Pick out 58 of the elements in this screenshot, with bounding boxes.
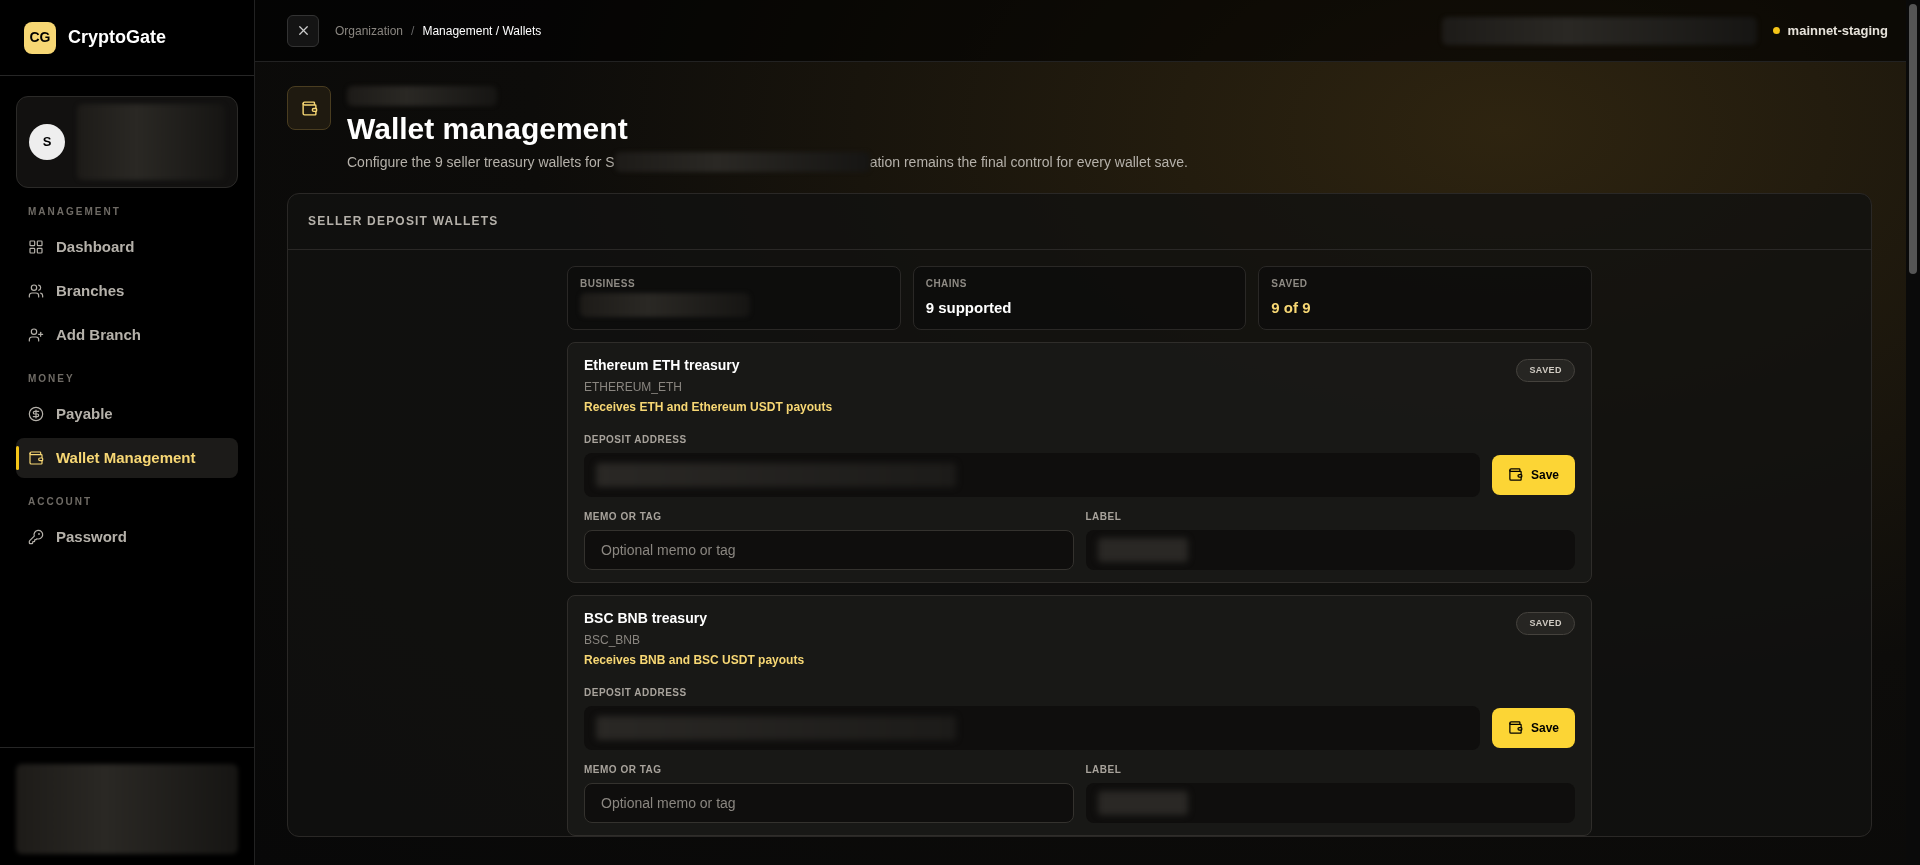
nav-item[interactable]: Add Branch [16,315,238,355]
field-label: DEPOSIT ADDRESS [584,685,688,700]
stat-value: 9 supported [925,297,1013,318]
nav-item[interactable]: Payable [16,394,238,434]
profile-card[interactable]: S [16,96,238,188]
page-description: ation remains the final control for every wallet save. [869,152,1188,172]
page-description: Configure the 9 seller treasury wallets for S [347,152,615,172]
field-label: MEMO OR TAG [584,509,663,524]
key-icon [28,529,44,545]
wallet-title: BSC BNB treasury [584,608,708,628]
address-field[interactable] [584,705,1480,750]
wallet-icon [1507,467,1523,482]
page-title: Wallet management [347,111,629,147]
section-heading: MANAGEMENT [27,205,122,219]
nav-item[interactable]: Dashboard [16,227,238,267]
wallet-icon [1507,720,1523,735]
address-field[interactable] [584,452,1480,497]
wallet-note: Receives ETH and Ethereum USDT payouts [584,398,833,416]
stat-value: 9 of 9 [1271,297,1312,318]
field-label: LABEL [1085,762,1123,777]
network-name: mainnet-staging [1787,21,1888,40]
brand-name: CryptoGate [68,26,166,49]
memo-field[interactable]: Optional memo or tag [584,782,1074,823]
field-label: LABEL [1085,509,1123,524]
field-label: MEMO OR TAG [584,762,663,777]
breadcrumb-separator: / [411,22,415,40]
user-plus-icon [28,327,44,343]
stat-label: CHAINS [925,278,968,289]
avatar: S [29,124,65,160]
logo: CG [24,21,56,54]
status-badge: SAVED [1516,358,1575,382]
breadcrumb-link[interactable]: Organization [335,21,404,40]
label-field[interactable] [1085,529,1575,570]
wallet-icon [300,99,318,117]
close-button[interactable] [287,14,319,47]
memo-field[interactable]: Optional memo or tag [584,529,1074,570]
stat-label: BUSINESS [580,278,637,289]
wallet-note: Receives BNB and BSC USDT payouts [584,651,805,669]
breadcrumb-current: Management / Wallets [422,22,542,40]
section-heading: MONEY [27,372,76,386]
panel-title: SELLER DEPOSIT WALLETS [308,213,499,230]
wallet-code: ETHEREUM_ETH [584,378,683,396]
field-label: DEPOSIT ADDRESS [584,432,688,447]
nav-item[interactable]: Branches [16,271,238,311]
nav-item[interactable]: Wallet Management [16,438,238,478]
grid-icon [28,239,44,255]
section-heading: ACCOUNT [27,495,93,509]
status-badge: SAVED [1516,611,1575,635]
wallet-code: BSC_BNB [584,631,642,649]
stat-label: SAVED [1271,278,1309,289]
wallet-icon [28,450,44,466]
nav-item[interactable]: Password [16,517,238,557]
dollar-icon [28,406,44,422]
save-button[interactable]: Save [1491,707,1575,748]
users-icon [28,283,44,299]
label-field[interactable] [1085,782,1575,823]
wallet-title: Ethereum ETH treasury [584,355,741,375]
save-button[interactable]: Save [1491,454,1575,495]
